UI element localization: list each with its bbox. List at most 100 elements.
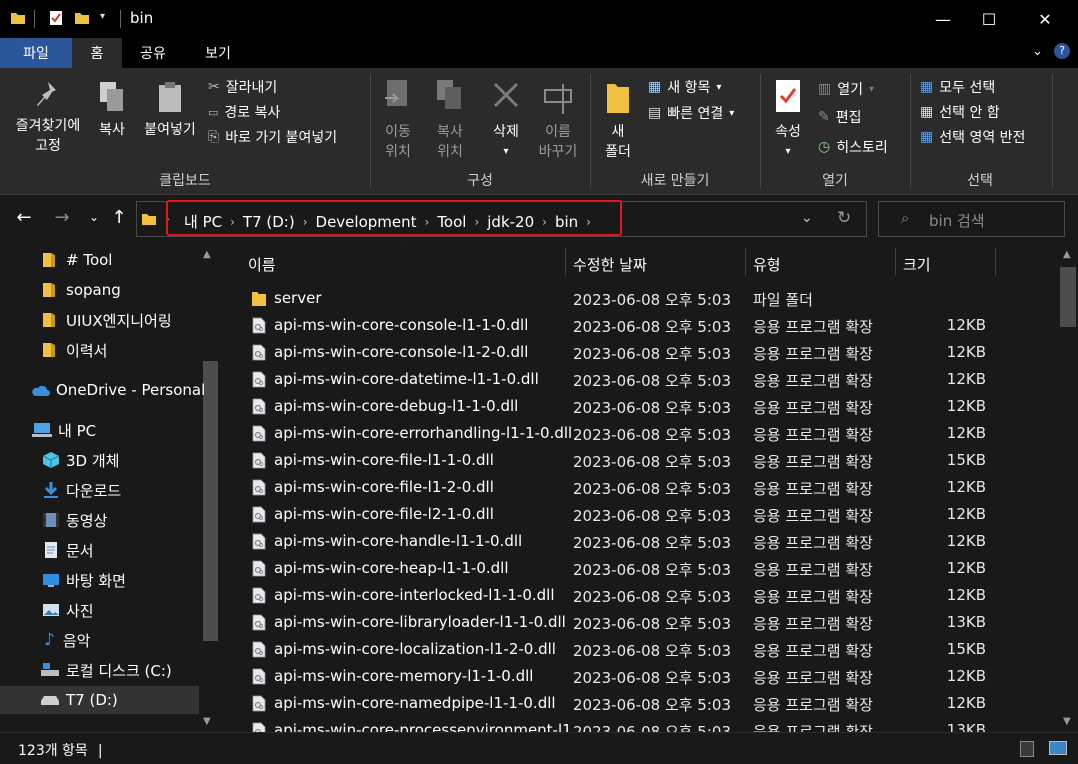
delete-button[interactable]: 삭제 ▾ <box>484 78 528 162</box>
scroll-up-icon[interactable]: ▲ <box>1063 249 1071 260</box>
nav-item-downloads[interactable]: 다운로드 <box>0 476 121 504</box>
table-row[interactable]: api-ms-win-core-debug-l1-1-0.dll 2023-06-… <box>222 393 1058 420</box>
new-folder-button[interactable]: 새 폴더 <box>598 78 638 162</box>
column-divider[interactable] <box>995 248 996 276</box>
customize-toolbar-icon[interactable]: ▾ <box>100 11 116 27</box>
close-button[interactable]: ✕ <box>1020 0 1070 38</box>
nav-item-documents[interactable]: 문서 <box>0 536 94 564</box>
table-row[interactable]: api-ms-win-core-console-l1-2-0.dll 2023-0… <box>222 339 1058 366</box>
tab-share[interactable]: 공유 <box>124 38 182 68</box>
edit-button[interactable]: ✎ 편집 <box>818 106 862 128</box>
column-header-name[interactable]: 이름 <box>248 248 276 280</box>
forward-button[interactable]: → <box>50 205 74 229</box>
table-row[interactable]: api-ms-win-core-handle-l1-1-0.dll 2023-06… <box>222 528 1058 555</box>
select-all-button[interactable]: ▦ 모두 선택 <box>920 76 995 98</box>
table-row[interactable]: api-ms-win-core-localization-l1-2-0.dll 2… <box>222 636 1058 663</box>
large-icons-view-icon[interactable] <box>1049 741 1067 755</box>
table-row[interactable]: api-ms-win-core-libraryloader-l1-1-0.dll… <box>222 609 1058 636</box>
cut-button[interactable]: ✂ 잘라내기 <box>208 76 277 98</box>
details-view-icon[interactable] <box>1020 741 1034 757</box>
nav-item-music[interactable]: ♪ 음악 <box>0 626 90 654</box>
nav-item-pictures[interactable]: 사진 <box>0 596 94 624</box>
move-to-button[interactable]: 이동 위치 <box>376 78 420 162</box>
table-row[interactable]: api-ms-win-core-heap-l1-1-0.dll 2023-06-0… <box>222 555 1058 582</box>
nav-item-3d-objects[interactable]: 3D 개체 <box>0 446 119 474</box>
table-row[interactable]: api-ms-win-core-file-l1-1-0.dll 2023-06-0… <box>222 447 1058 474</box>
select-none-button[interactable]: ▦ 선택 안 함 <box>920 101 1000 123</box>
pin-to-quick-access-button[interactable]: 즐겨찾기에 고정 <box>6 80 90 156</box>
table-row[interactable]: api-ms-win-core-memory-l1-1-0.dll 2023-06… <box>222 663 1058 690</box>
tab-view[interactable]: 보기 <box>186 38 250 68</box>
column-header-size[interactable]: 크기 <box>903 248 931 280</box>
collapse-ribbon-icon[interactable]: ⌄ <box>1032 44 1043 59</box>
tab-file[interactable]: 파일 <box>0 38 72 68</box>
delete-dropdown-icon[interactable]: ▾ <box>484 142 528 162</box>
properties-button[interactable]: 속성 ▾ <box>768 78 808 162</box>
nav-item-videos[interactable]: 동영상 <box>0 506 107 534</box>
scroll-up-icon[interactable]: ▲ <box>203 249 211 260</box>
nav-item-sopang[interactable]: sopang <box>0 276 121 304</box>
table-row[interactable]: api-ms-win-core-console-l1-1-0.dll 2023-0… <box>222 312 1058 339</box>
nav-item-onedrive[interactable]: OneDrive - Personal <box>0 376 205 404</box>
rename-button[interactable]: 이름 바꾸기 <box>532 78 584 162</box>
nav-scrollbar-thumb[interactable] <box>203 361 218 641</box>
scroll-down-icon[interactable]: ▼ <box>1063 716 1071 727</box>
recent-locations-icon[interactable]: ⌄ <box>82 205 106 229</box>
table-row[interactable]: api-ms-win-core-interlocked-l1-1-0.dll 20… <box>222 582 1058 609</box>
copy-button[interactable]: 복사 <box>92 80 132 140</box>
nav-item-desktop[interactable]: 바탕 화면 <box>0 566 126 594</box>
refresh-icon[interactable]: ↻ <box>837 208 851 228</box>
dll-file-icon <box>252 695 266 712</box>
properties-dropdown-icon[interactable]: ▾ <box>768 142 808 162</box>
table-row[interactable]: api-ms-win-core-errorhandling-l1-1-0.dll… <box>222 420 1058 447</box>
copy-to-button[interactable]: 복사 위치 <box>428 78 472 162</box>
invert-selection-button[interactable]: ▦ 선택 영역 반전 <box>920 126 1025 148</box>
nav-item-uiux[interactable]: UIUX엔지니어링 <box>0 306 172 334</box>
cut-label: 잘라내기 <box>225 80 278 96</box>
new-folder-icon[interactable] <box>74 10 90 26</box>
table-row[interactable]: api-ms-win-core-processenvironment-l1 202… <box>222 717 1058 732</box>
easy-access-button[interactable]: ▤ 빠른 연결 ▾ <box>648 102 734 124</box>
paste-button[interactable]: 붙여넣기 <box>138 80 202 140</box>
up-button[interactable]: ↑ <box>107 205 131 229</box>
properties-icon[interactable] <box>48 10 64 26</box>
file-type: 응용 프로그램 확장 <box>753 318 873 336</box>
file-type: 응용 프로그램 확장 <box>753 669 873 687</box>
minimize-button[interactable]: — <box>918 0 968 38</box>
address-dropdown-icon[interactable]: ⌄ <box>801 210 813 226</box>
search-box[interactable]: ⌕ bin 검색 <box>878 201 1065 237</box>
file-modified: 2023-06-08 오후 5:03 <box>573 372 731 390</box>
table-row[interactable]: api-ms-win-core-namedpipe-l1-1-0.dll 2023… <box>222 690 1058 717</box>
search-icon: ⌕ <box>901 209 910 227</box>
file-list-scrollbar[interactable]: ▲ ▼ <box>1058 243 1078 732</box>
column-divider[interactable] <box>895 248 896 276</box>
column-header-modified[interactable]: 수정한 날짜 <box>573 248 647 280</box>
table-row[interactable]: api-ms-win-core-file-l2-1-0.dll 2023-06-0… <box>222 501 1058 528</box>
nav-item-resume[interactable]: 이력서 <box>0 336 107 364</box>
column-divider[interactable] <box>745 248 746 276</box>
help-icon[interactable]: ? <box>1054 43 1070 59</box>
column-header-type[interactable]: 유형 <box>753 248 781 280</box>
file-list-scrollbar-thumb[interactable] <box>1060 267 1076 327</box>
download-icon <box>44 482 58 498</box>
column-divider[interactable] <box>565 248 566 276</box>
new-item-button[interactable]: ▦ 새 항목 ▾ <box>648 76 721 98</box>
table-row[interactable]: api-ms-win-core-file-l1-2-0.dll 2023-06-0… <box>222 474 1058 501</box>
history-button[interactable]: ◷ 히스토리 <box>818 136 888 158</box>
tab-home[interactable]: 홈 <box>72 38 122 68</box>
paste-shortcut-button[interactable]: ⎘ 바로 가기 붙여넣기 <box>208 126 337 148</box>
copy-path-button[interactable]: ▭ 경로 복사 <box>208 101 280 123</box>
maximize-button[interactable]: ☐ <box>964 0 1014 38</box>
nav-item-local-disk-c[interactable]: 로컬 디스크 (C:) <box>0 656 172 684</box>
nav-item-this-pc[interactable]: 내 PC <box>0 416 96 444</box>
back-button[interactable]: ← <box>12 205 36 229</box>
table-row[interactable]: api-ms-win-core-datetime-l1-1-0.dll 2023-… <box>222 366 1058 393</box>
copy-path-label: 경로 복사 <box>224 105 281 121</box>
nav-item-t7-d[interactable]: T7 (D:) <box>0 686 199 714</box>
scroll-down-icon[interactable]: ▼ <box>203 716 211 727</box>
nav-item-tool[interactable]: # Tool <box>0 246 112 274</box>
table-row[interactable]: server 2023-06-08 오후 5:03 파일 폴더 <box>222 285 1058 312</box>
open-button[interactable]: ▥ 열기 ▾ <box>818 78 874 100</box>
dll-file-icon <box>252 587 266 604</box>
select-group-label: 선택 <box>967 173 993 189</box>
